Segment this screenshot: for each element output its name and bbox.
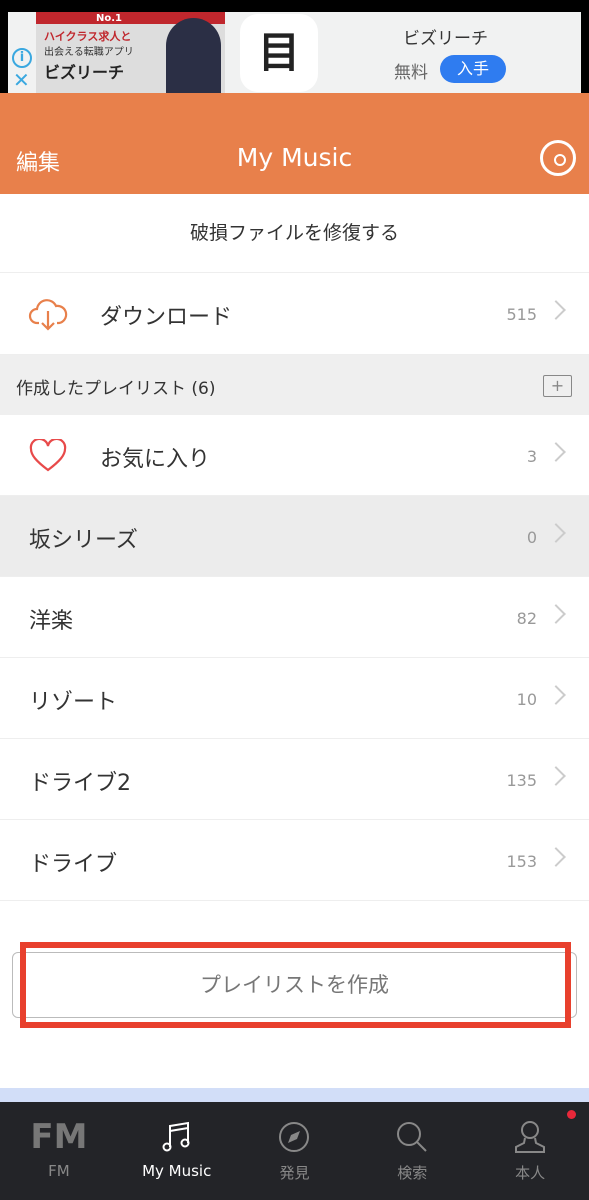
ad-get-button[interactable]: 入手 xyxy=(440,55,506,83)
tab-discover[interactable]: 発見 xyxy=(236,1102,354,1200)
tab-bar: FM FM My Music 発見 検索 本人 xyxy=(0,1102,589,1200)
person-icon xyxy=(515,1121,546,1153)
row-label: リゾート xyxy=(29,690,118,715)
heart-icon xyxy=(29,439,67,472)
repair-files-button[interactable]: 破損ファイルを修復する xyxy=(0,194,589,273)
playlist-row[interactable]: ドライブ 153 xyxy=(0,820,589,901)
ad-image-text: ハイクラス求人と xyxy=(44,30,132,43)
tab-label: FM xyxy=(48,1162,70,1180)
chevron-right-icon xyxy=(546,604,566,624)
chevron-right-icon xyxy=(546,442,566,462)
chevron-right-icon xyxy=(546,300,566,320)
row-count: 0 xyxy=(526,528,537,547)
page-title: My Music xyxy=(236,143,353,172)
section-label: 作成したプレイリスト (6) xyxy=(16,379,216,399)
row-count: 3 xyxy=(526,447,537,466)
tab-fm[interactable]: FM FM xyxy=(0,1102,118,1200)
compass-icon xyxy=(279,1122,310,1152)
notification-badge xyxy=(566,1110,576,1119)
row-count: 82 xyxy=(516,609,537,628)
tab-search[interactable]: 検索 xyxy=(353,1102,471,1200)
ad-image-text: 出会える転職アプリ xyxy=(44,47,134,58)
info-icon[interactable]: i xyxy=(12,48,32,68)
nav-header: 編集 My Music xyxy=(0,93,589,194)
close-icon[interactable]: ✕ xyxy=(13,70,30,90)
ad-person-image xyxy=(166,18,221,93)
tab-my-music[interactable]: My Music xyxy=(118,1102,236,1200)
playlist-row[interactable]: 坂シリーズ 0 xyxy=(0,496,589,577)
row-label: ダウンロード xyxy=(100,305,233,330)
playlist-row[interactable]: リゾート 10 xyxy=(0,658,589,739)
mini-player-strip xyxy=(0,1088,589,1102)
row-label: ドライブ xyxy=(29,852,118,877)
row-label: 洋楽 xyxy=(29,609,74,634)
playlist-row[interactable]: 洋楽 82 xyxy=(0,577,589,658)
playlist-row[interactable]: ドライブ2 135 xyxy=(0,739,589,820)
add-folder-icon[interactable]: + xyxy=(543,375,572,397)
tab-profile[interactable]: 本人 xyxy=(471,1102,589,1200)
chevron-right-icon xyxy=(546,685,566,705)
chevron-right-icon xyxy=(546,523,566,543)
status-bar xyxy=(0,0,589,12)
row-label: お気に入り xyxy=(100,447,211,472)
row-count: 10 xyxy=(516,690,537,709)
ad-app-icon[interactable]: 目 xyxy=(240,14,318,92)
chevron-right-icon xyxy=(546,766,566,786)
download-row[interactable]: ダウンロード 515 xyxy=(0,273,589,355)
ad-app-name: ビズリーチ xyxy=(403,29,488,49)
highlight-annotation xyxy=(20,942,571,1028)
favorites-row[interactable]: お気に入り 3 xyxy=(0,415,589,496)
row-count: 153 xyxy=(506,852,537,871)
tab-label: 検索 xyxy=(397,1164,428,1182)
ad-image-heading: No.1 xyxy=(96,13,122,24)
ad-banner[interactable]: i ✕ No.1 ハイクラス求人と 出会える転職アプリ ビズリーチ 目 ビズリー… xyxy=(0,12,589,93)
tab-label: 本人 xyxy=(515,1164,546,1182)
ad-controls: i ✕ xyxy=(8,12,36,93)
music-note-icon xyxy=(162,1121,190,1152)
fm-icon: FM xyxy=(30,1117,88,1157)
row-count: 515 xyxy=(506,305,537,324)
tab-label: 発見 xyxy=(279,1164,310,1182)
ad-price: 無料 xyxy=(394,63,428,83)
disc-icon[interactable] xyxy=(540,140,576,176)
chevron-right-icon xyxy=(546,847,566,867)
tab-label: My Music xyxy=(142,1162,212,1180)
search-icon xyxy=(397,1122,427,1152)
row-count: 135 xyxy=(506,771,537,790)
ad-image[interactable]: No.1 ハイクラス求人と 出会える転職アプリ ビズリーチ xyxy=(36,12,225,93)
playlist-section-header: 作成したプレイリスト (6) + xyxy=(0,355,589,415)
row-label: ドライブ2 xyxy=(29,771,131,796)
cloud-download-icon xyxy=(28,299,68,331)
row-label: 坂シリーズ xyxy=(29,528,138,553)
ad-image-text: ビズリーチ xyxy=(44,63,125,82)
